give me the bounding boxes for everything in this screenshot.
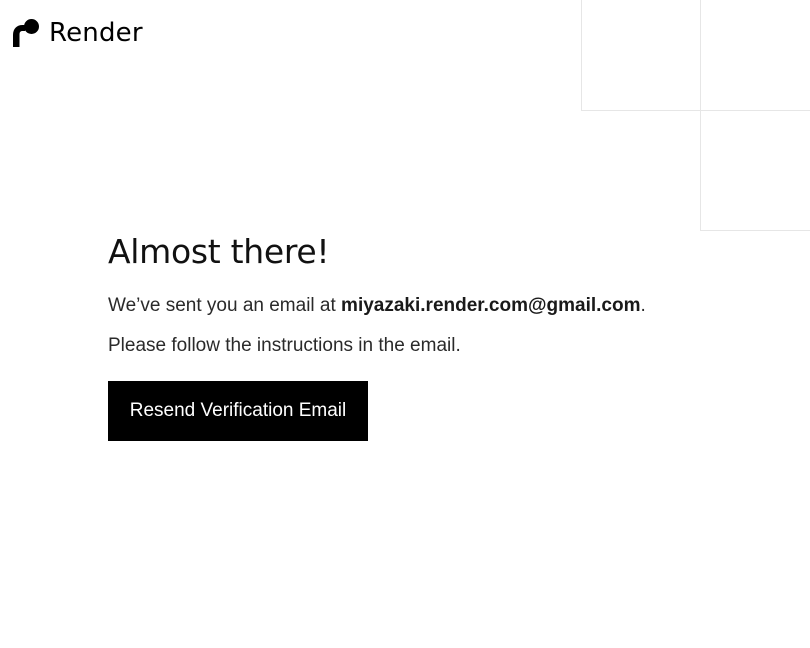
email-sent-prefix: We’ve sent you an email at	[108, 295, 342, 316]
page-title: Almost there!	[108, 232, 330, 271]
render-logo-icon	[13, 19, 39, 47]
render-logo-link[interactable]: Render	[13, 18, 143, 48]
email-sent-suffix: .	[640, 295, 646, 316]
instructions-text: Please follow the instructions in the em…	[108, 335, 461, 356]
verification-page: Render Almost there! We’ve sent you an e…	[0, 0, 810, 648]
email-sent-message: We’ve sent you an email at miyazaki.rend…	[108, 294, 728, 318]
brand-name: Render	[49, 18, 143, 48]
recipient-email: miyazaki.render.com@gmail.com	[341, 295, 641, 316]
resend-verification-email-button[interactable]: Resend Verification Email	[108, 381, 368, 441]
verification-panel: Almost there! We’ve sent you an email at…	[108, 232, 728, 441]
